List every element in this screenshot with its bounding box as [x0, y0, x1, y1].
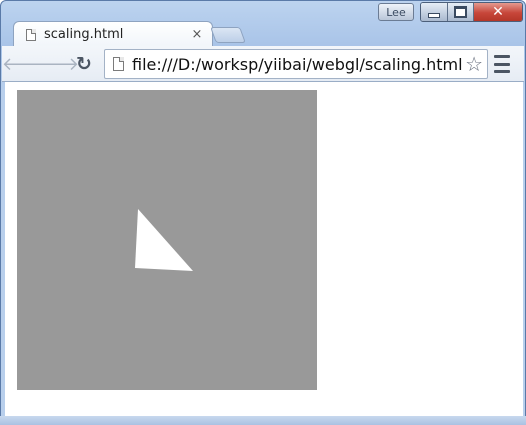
close-window-button[interactable]: ✕: [474, 3, 522, 21]
window-controls: ✕: [420, 2, 523, 22]
webgl-canvas: [17, 90, 317, 390]
maximize-icon: [454, 6, 467, 18]
profile-button[interactable]: Lee: [378, 3, 414, 21]
maximize-button[interactable]: [448, 3, 474, 21]
address-bar[interactable]: file:///D:/worksp/yiibai/webgl/scaling.h…: [104, 49, 488, 79]
tab-close-icon[interactable]: ×: [188, 27, 206, 42]
reload-icon[interactable]: ↻: [72, 52, 96, 76]
forward-arrow-icon[interactable]: 🡒: [31, 52, 79, 76]
tab-title: scaling.html: [44, 27, 124, 42]
star-icon[interactable]: ☆: [465, 52, 483, 76]
canvas-drawing: [135, 209, 193, 271]
browser-window: Lee ✕ scaling.html × 🡐 🡒 ↻ file:///D:/wo…: [0, 0, 526, 425]
page-icon: [26, 28, 36, 41]
close-icon: ✕: [492, 4, 504, 20]
new-tab-button[interactable]: [210, 27, 246, 43]
page-content: [5, 82, 523, 417]
scaled-triangle: [135, 209, 193, 271]
tab-scaling[interactable]: scaling.html ×: [13, 21, 213, 47]
toolbar: 🡐 🡒 ↻ file:///D:/worksp/yiibai/webgl/sca…: [2, 46, 524, 82]
hamburger-menu-icon[interactable]: [494, 55, 510, 73]
page-icon: [113, 57, 124, 71]
minimize-icon: [428, 12, 440, 18]
url-text[interactable]: file:///D:/worksp/yiibai/webgl/scaling.h…: [132, 55, 465, 74]
window-bottom-border: [0, 416, 526, 425]
minimize-button[interactable]: [421, 3, 448, 21]
